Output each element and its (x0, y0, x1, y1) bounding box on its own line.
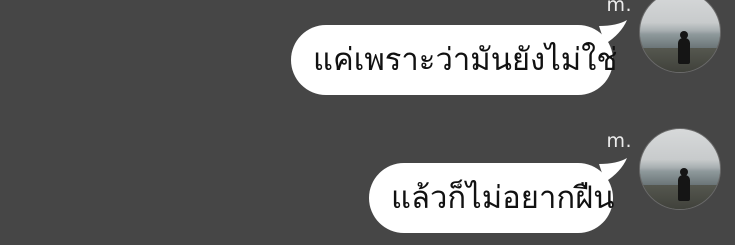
avatar-person-icon (678, 168, 690, 201)
sender-name: m. (606, 130, 632, 152)
message-row: m. แล้วก็ไม่อยากฝืน (0, 118, 735, 245)
avatar[interactable] (639, 128, 721, 210)
message-row: m. แค่เพราะว่ามันยังไม่ใช่ (0, 0, 735, 110)
avatar-person-icon (678, 31, 690, 64)
sender-name: m. (606, 0, 632, 16)
avatar[interactable] (639, 0, 721, 73)
message-bubble[interactable]: แล้วก็ไม่อยากฝืน (369, 163, 615, 233)
chat-view: m. แค่เพราะว่ามันยังไม่ใช่ m. แล้วก็ไม่อ… (0, 0, 735, 245)
message-bubble[interactable]: แค่เพราะว่ามันยังไม่ใช่ (291, 25, 617, 95)
